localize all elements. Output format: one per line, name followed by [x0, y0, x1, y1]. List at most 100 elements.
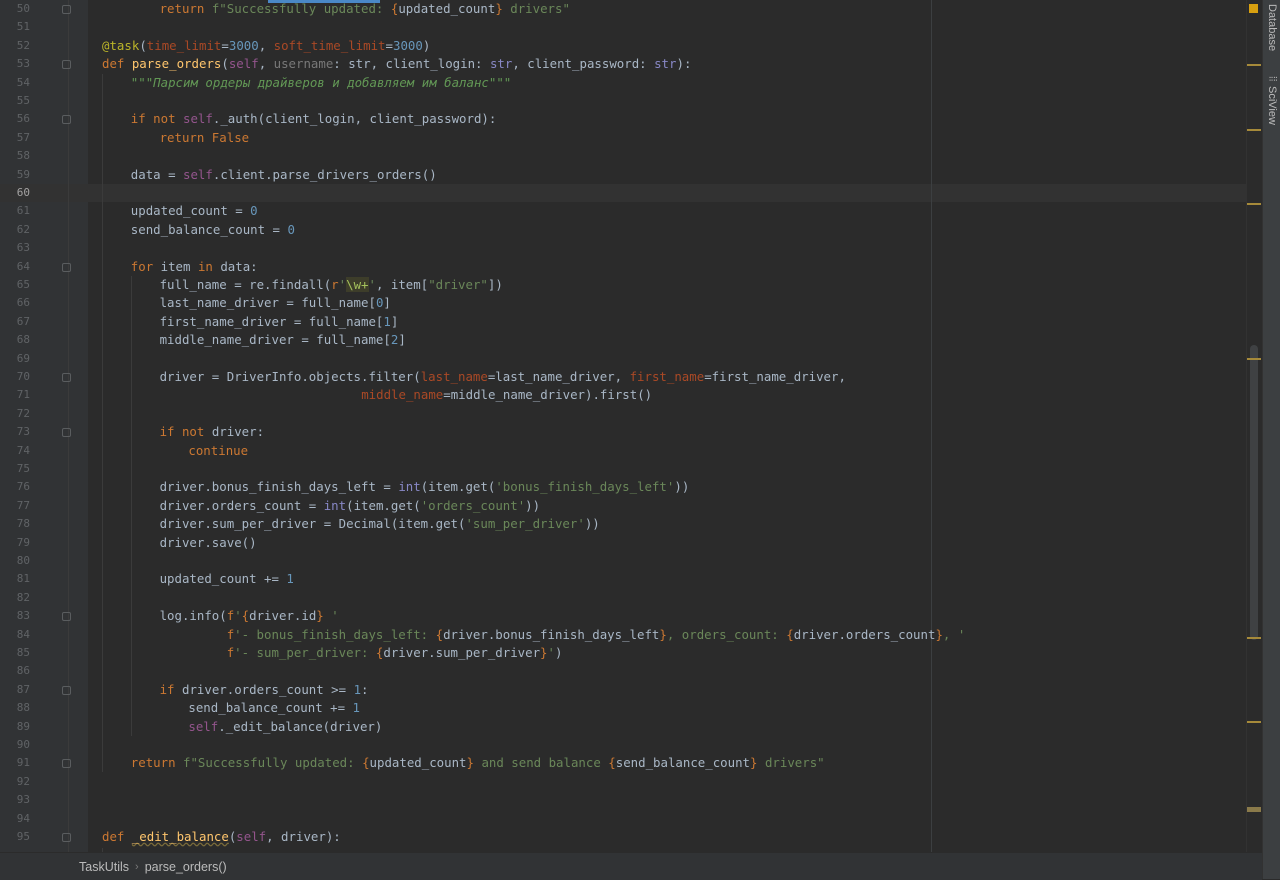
- tool-tab-sciview[interactable]: ⁞⁞ SciView: [1263, 72, 1280, 140]
- code-line[interactable]: continue: [188, 442, 248, 460]
- code-token: """Парсим ордеры драйверов и добавляем и…: [130, 74, 512, 90]
- fold-marker-icon[interactable]: [62, 373, 71, 382]
- code-token: '- sum_per_driver:: [234, 645, 376, 660]
- fold-marker-icon[interactable]: [62, 685, 71, 695]
- stripe-mark[interactable]: [1247, 203, 1261, 205]
- code-token: int: [398, 479, 421, 495]
- code-line[interactable]: updated_count = 0: [131, 202, 258, 220]
- code-line[interactable]: def parse_orders(self, username: str, cl…: [102, 55, 691, 73]
- code-token: ]: [398, 332, 406, 348]
- code-line[interactable]: last_name_driver = full_name[0]: [160, 294, 391, 312]
- code-line[interactable]: def _edit_balance(self, driver):: [102, 828, 341, 846]
- code-token: 1: [383, 313, 391, 329]
- indent-guide: [102, 74, 103, 772]
- code-token: :: [361, 681, 369, 697]
- code-line[interactable]: """Парсим ордеры драйверов и добавляем и…: [131, 74, 511, 92]
- code-token: driver.bonus_finish_days_left =: [159, 479, 399, 495]
- line-number: 62: [16, 222, 30, 236]
- vertical-scrollbar-thumb[interactable]: [1250, 345, 1258, 640]
- code-line[interactable]: data = self.client.parse_drivers_orders(…: [131, 166, 437, 184]
- line-number: 50: [16, 2, 30, 15]
- line-number: 59: [16, 167, 30, 181]
- code-line[interactable]: if driver.orders_count >= 1:: [160, 681, 369, 699]
- code-token: , orders_count:: [666, 626, 787, 642]
- line-number: 60: [16, 186, 30, 199]
- line-number: 78: [16, 517, 30, 531]
- code-token: full_name = re.findall(: [159, 277, 332, 292]
- code-line[interactable]: @task(time_limit=3000, soft_time_limit=3…: [102, 37, 430, 55]
- breadcrumb-item-function[interactable]: parse_orders(): [139, 860, 233, 874]
- stripe-mark[interactable]: [1247, 358, 1261, 360]
- line-number: 85: [16, 646, 30, 659]
- line-number: 95: [16, 830, 30, 843]
- code-token: log.info(: [159, 608, 227, 624]
- code-token: driver.save(): [159, 534, 257, 550]
- code-line[interactable]: return f"Successfully updated: {updated_…: [131, 754, 825, 772]
- code-token: self: [236, 829, 267, 844]
- code-token: 'orders_count': [420, 497, 526, 513]
- line-number: 90: [16, 738, 30, 751]
- code-line[interactable]: first_name_driver = full_name[1]: [160, 313, 399, 331]
- fold-marker-icon[interactable]: [62, 262, 71, 272]
- stripe-mark[interactable]: [1247, 129, 1261, 131]
- stripe-mark[interactable]: [1247, 807, 1261, 812]
- code-line[interactable]: middle_name=middle_name_driver).first(): [361, 386, 652, 404]
- code-token: last_name: [420, 369, 488, 384]
- code-line[interactable]: if not driver:: [160, 423, 264, 441]
- line-number: 88: [16, 701, 30, 715]
- fold-marker-icon[interactable]: [62, 759, 71, 769]
- code-token: ': [338, 277, 347, 292]
- code-line[interactable]: driver = DriverInfo.objects.filter(last_…: [160, 368, 846, 386]
- line-number: 54: [16, 75, 30, 89]
- code-line[interactable]: driver.sum_per_driver = Decimal(item.get…: [160, 515, 600, 533]
- code-line[interactable]: send_balance_count = 0: [131, 221, 295, 239]
- code-line[interactable]: return False: [160, 129, 250, 147]
- code-line[interactable]: log.info(f'{driver.id} ': [160, 607, 339, 625]
- code-token: first_name_driver = full_name[: [159, 313, 384, 329]
- code-line[interactable]: updated_count += 1: [160, 570, 294, 588]
- code-token: (item.get(: [346, 497, 421, 513]
- code-token: }: [495, 1, 503, 16]
- code-line[interactable]: full_name = re.findall(r'\w+', item["dri…: [160, 276, 503, 294]
- code-token: def: [102, 829, 132, 844]
- code-line[interactable]: middle_name_driver = full_name[2]: [160, 331, 406, 349]
- fold-marker-icon[interactable]: [62, 60, 71, 70]
- code-line[interactable]: driver.save(): [160, 534, 257, 552]
- code-line[interactable]: for item in data:: [131, 258, 258, 276]
- stripe-mark[interactable]: [1247, 721, 1261, 723]
- code-token: }: [935, 626, 943, 642]
- code-line[interactable]: self._edit_balance(driver): [188, 718, 382, 736]
- code-token: {: [435, 626, 444, 642]
- fold-marker-icon[interactable]: [62, 428, 71, 438]
- fold-marker-icon[interactable]: [62, 833, 71, 842]
- code-token: ._edit_balance(driver): [218, 718, 383, 734]
- fold-marker-icon[interactable]: [62, 115, 71, 125]
- code-editor[interactable]: 50 51 52 53 54 55 56 57 58 59 60 61 62 63 64 65 66 67 68 69…: [0, 0, 1262, 852]
- code-token: '- bonus_finish_days_left:: [234, 626, 436, 642]
- code-token: data =: [130, 166, 184, 182]
- code-token: driver.orders_count =: [159, 497, 324, 513]
- line-number: 72: [16, 406, 30, 420]
- fold-marker-icon[interactable]: [62, 612, 71, 622]
- code-token: ): [422, 37, 431, 53]
- inspection-status-icon[interactable]: [1249, 4, 1258, 13]
- code-line[interactable]: driver.bonus_finish_days_left = int(item…: [160, 478, 690, 496]
- line-number: 84: [16, 627, 30, 641]
- code-token: first_name: [629, 369, 705, 384]
- code-token: return: [130, 755, 184, 771]
- stripe-mark[interactable]: [1247, 637, 1261, 639]
- stripe-mark[interactable]: [1247, 64, 1261, 66]
- code-token: ): [554, 645, 563, 660]
- code-line[interactable]: send_balance_count += 1: [188, 699, 360, 717]
- code-line[interactable]: f'- sum_per_driver: {driver.sum_per_driv…: [227, 644, 563, 662]
- code-line[interactable]: if not self._auth(client_login, client_p…: [131, 110, 497, 128]
- code-token: r: [331, 277, 339, 292]
- code-line[interactable]: f'- bonus_finish_days_left: {driver.bonu…: [227, 626, 966, 644]
- tool-tab-database[interactable]: Database: [1263, 0, 1280, 70]
- code-token: (item.get(: [420, 479, 496, 495]
- code-line[interactable]: return f"Successfully updated: {updated_…: [160, 0, 570, 18]
- breadcrumb-item-file[interactable]: TaskUtils: [73, 860, 135, 874]
- code-line[interactable]: driver.orders_count = int(item.get('orde…: [160, 497, 540, 515]
- code-token: if not: [159, 424, 212, 440]
- fold-marker-icon[interactable]: [62, 5, 71, 14]
